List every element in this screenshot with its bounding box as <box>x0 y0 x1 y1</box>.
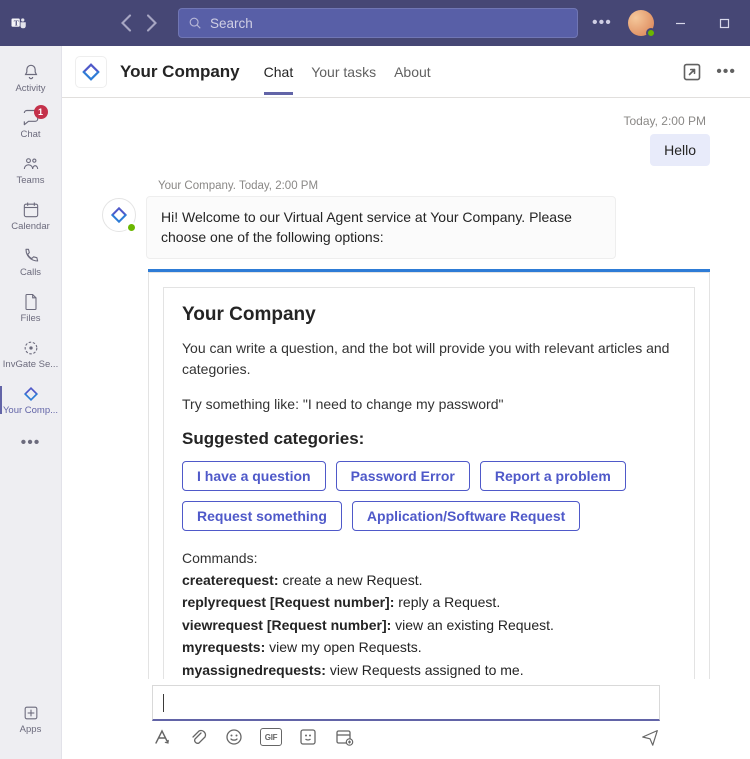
incoming-message-row: Hi! Welcome to our Virtual Agent service… <box>102 196 710 259</box>
phone-icon <box>21 246 41 266</box>
adaptive-card: Your Company You can write a question, a… <box>148 269 710 679</box>
teams-logo: T <box>10 14 28 32</box>
pill-request-something[interactable]: Request something <box>182 501 342 531</box>
incoming-bubble: Hi! Welcome to our Virtual Agent service… <box>146 196 616 259</box>
titlebar-more-button[interactable]: ••• <box>586 14 618 32</box>
timestamp: Today, 2:00 PM <box>102 114 710 128</box>
invgate-icon <box>21 338 41 358</box>
compose-input[interactable] <box>152 685 660 721</box>
bot-presence-indicator <box>126 222 137 233</box>
pill-password-error[interactable]: Password Error <box>336 461 470 491</box>
pill-i-have-a-question[interactable]: I have a question <box>182 461 326 491</box>
rail-more-button[interactable]: ••• <box>0 428 62 458</box>
composer: GIF <box>62 679 750 759</box>
app-window: T Search ••• Activity 1 <box>0 0 750 759</box>
app-rail: Activity 1 Chat Teams Calendar Calls <box>0 46 62 759</box>
window-minimize-button[interactable] <box>664 9 698 37</box>
commands-header: Commands: <box>182 547 676 569</box>
format-button[interactable] <box>152 727 172 747</box>
chat-scroll: Today, 2:00 PM Hello Your Company. Today… <box>62 98 750 679</box>
tab-chat[interactable]: Chat <box>264 50 294 94</box>
teams-icon <box>21 154 41 174</box>
window-maximize-button[interactable] <box>708 9 742 37</box>
user-avatar[interactable] <box>628 10 654 36</box>
search-placeholder: Search <box>210 16 253 31</box>
company-app-icon <box>21 384 41 404</box>
pill-application-software-request[interactable]: Application/Software Request <box>352 501 580 531</box>
titlebar-right: ••• <box>586 9 750 37</box>
pill-container: I have a question Password Error Report … <box>182 461 676 531</box>
app-title: Your Company <box>120 62 240 82</box>
incoming-meta: Your Company. Today, 2:00 PM <box>158 180 710 192</box>
rail-item-apps[interactable]: Apps <box>0 697 62 741</box>
apps-icon <box>21 703 41 723</box>
search-input[interactable]: Search <box>178 8 578 38</box>
presence-indicator <box>646 28 656 38</box>
rail-item-calls[interactable]: Calls <box>0 240 62 284</box>
emoji-button[interactable] <box>224 727 244 747</box>
attach-button[interactable] <box>188 727 208 747</box>
app-header: Your Company Chat Your tasks About ••• <box>62 46 750 98</box>
rail-item-activity[interactable]: Activity <box>0 56 62 100</box>
tab-about[interactable]: About <box>394 50 431 94</box>
command-line: createrequest: create a new Request. <box>182 569 676 591</box>
file-icon <box>21 292 41 312</box>
rail-item-files[interactable]: Files <box>0 286 62 330</box>
schedule-meeting-button[interactable] <box>334 727 354 747</box>
rail-item-your-company[interactable]: Your Comp... <box>0 378 62 422</box>
outgoing-message-row: Hello <box>102 134 710 166</box>
command-line: viewrequest [Request number]: view an ex… <box>182 614 676 636</box>
commands-block: Commands: createrequest: create a new Re… <box>182 547 676 679</box>
send-button[interactable] <box>640 727 660 747</box>
command-line: myrequests: view my open Requests. <box>182 636 676 658</box>
app-header-icon <box>76 57 106 87</box>
nav-forward-button[interactable] <box>142 14 160 32</box>
title-bar: T Search ••• <box>0 0 750 46</box>
text-cursor <box>163 694 164 712</box>
outgoing-bubble: Hello <box>650 134 710 166</box>
header-more-button[interactable]: ••• <box>716 63 736 81</box>
rail-item-invgate[interactable]: InvGate Se... <box>0 332 62 376</box>
popout-button[interactable] <box>682 62 702 82</box>
sticker-button[interactable] <box>298 727 318 747</box>
tab-your-tasks[interactable]: Your tasks <box>311 50 376 94</box>
suggested-header: Suggested categories: <box>182 429 676 449</box>
nav-arrows <box>118 14 160 32</box>
chat-badge: 1 <box>34 105 48 119</box>
card-intro: You can write a question, and the bot wi… <box>182 338 676 380</box>
rail-item-calendar[interactable]: Calendar <box>0 194 62 238</box>
compose-toolbar: GIF <box>152 727 660 747</box>
command-line: replyrequest [Request number]: reply a R… <box>182 591 676 613</box>
nav-back-button[interactable] <box>118 14 136 32</box>
rail-item-teams[interactable]: Teams <box>0 148 62 192</box>
bell-icon <box>21 62 41 82</box>
pill-report-a-problem[interactable]: Report a problem <box>480 461 626 491</box>
card-title: Your Company <box>182 304 676 326</box>
main-panel: Your Company Chat Your tasks About ••• T… <box>62 46 750 759</box>
calendar-icon <box>21 200 41 220</box>
search-icon <box>188 16 202 30</box>
bot-avatar <box>102 198 136 232</box>
gif-button[interactable]: GIF <box>260 728 282 746</box>
rail-item-chat[interactable]: 1 Chat <box>0 102 62 146</box>
tabs: Chat Your tasks About <box>264 50 431 94</box>
card-example: Try something like: "I need to change my… <box>182 394 676 415</box>
command-line: myassignedrequests: view Requests assign… <box>182 659 676 679</box>
svg-text:T: T <box>14 18 19 27</box>
